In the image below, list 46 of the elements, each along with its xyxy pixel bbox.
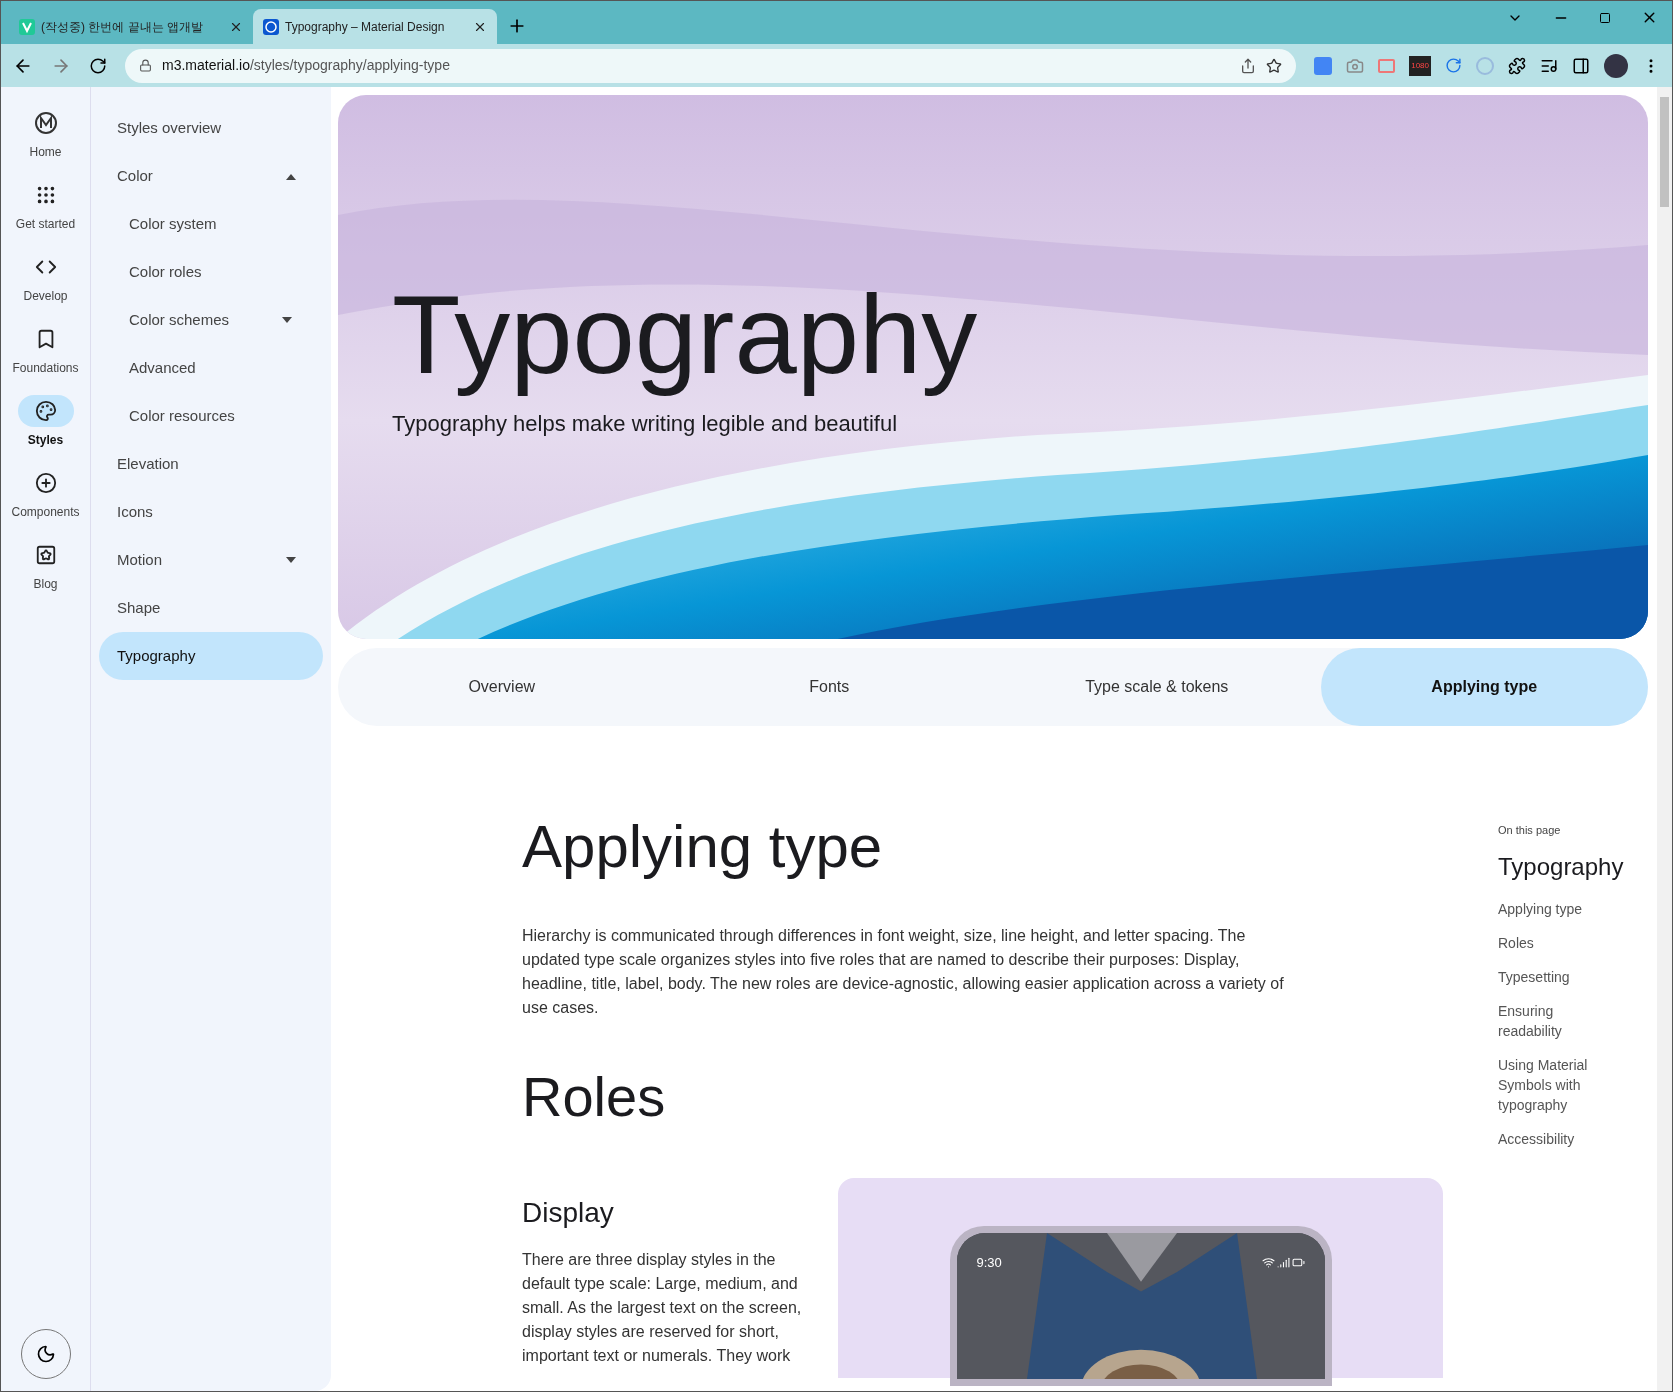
extension-badge[interactable]: 1080 [1409,55,1431,76]
rail-item[interactable]: Get started [2,179,89,251]
address-bar[interactable]: m3.material.io/styles/typography/applying-type [125,48,1297,83]
toc-link[interactable]: Accessibility [1498,1128,1608,1149]
rail-item[interactable]: Home [2,107,89,179]
toc-link[interactable]: Roles [1498,932,1608,953]
toc-caption: On this page [1498,823,1562,838]
tab-title: Typography – Material Design [285,18,446,36]
hero-title: Typography [392,271,978,399]
page-tab[interactable]: Applying type [1320,648,1648,726]
nav-item[interactable]: Advanced [99,344,323,392]
rail-item[interactable]: Blog [2,539,89,611]
hero-subtitle: Typography helps make writing legible and beautiful [392,410,898,438]
toc-link[interactable]: Using Material Symbols with typography [1498,1054,1608,1115]
nav-item[interactable]: Styles overview [99,104,323,152]
rail-item[interactable]: Styles [2,395,89,467]
toc-link[interactable]: Ensuring readability [1498,1000,1608,1041]
nav-item[interactable]: Typography [99,632,323,680]
toc-link[interactable]: Typesetting [1498,966,1608,987]
nav-item[interactable]: Color system [99,200,323,248]
nav-item[interactable]: Color resources [99,392,323,440]
intro-paragraph: Hierarchy is communicated through differences in font weight, size, line height, and letter spacing. The updated type scale organizes styles into five roles that are named to describe their purposes: Display, headline, title, label, body. The new roles are device-agnostic, allowing easier application across a variety of use cases. [522,926,1285,1018]
tab-title: (작성중) 한번에 끝내는 앱개발 [41,18,204,36]
rail-item[interactable]: Components [2,467,89,539]
subsection-heading: Display [522,1195,614,1230]
display-paragraph: There are three display styles in the default type scale: Large, medium, and small. As the largest text on the screen, display styles are reserved for short, important text or numerals. They work [522,1249,803,1366]
toc-link[interactable]: Applying type [1498,898,1608,919]
page-tab[interactable]: Type scale & tokens [993,648,1321,726]
nav-item[interactable]: Icons [99,488,323,536]
page-tab[interactable]: Overview [338,648,666,726]
page-heading: Applying type [522,814,883,880]
page-tab[interactable]: Fonts [665,648,993,726]
nav-item[interactable]: Shape [99,584,323,632]
browser-tab[interactable]: Typography – Material Design [253,9,497,44]
url-text: m3.material.io/styles/typography/applying-type [162,56,451,75]
status-time: 9:30 [976,1253,1002,1272]
nav-item[interactable]: Motion [99,536,323,584]
nav-item[interactable]: Color roles [99,248,323,296]
toc-title: Typography [1498,851,1625,882]
browser-tab[interactable]: (작성중) 한번에 끝내는 앱개발 [9,9,253,44]
section-heading: Roles [522,1066,666,1128]
nav-item[interactable]: Color [99,152,323,200]
nav-item[interactable]: Elevation [99,440,323,488]
rail-item[interactable]: Develop [2,251,89,323]
nav-item[interactable]: Color schemes [99,296,323,344]
rail-item[interactable]: Foundations [2,323,89,395]
